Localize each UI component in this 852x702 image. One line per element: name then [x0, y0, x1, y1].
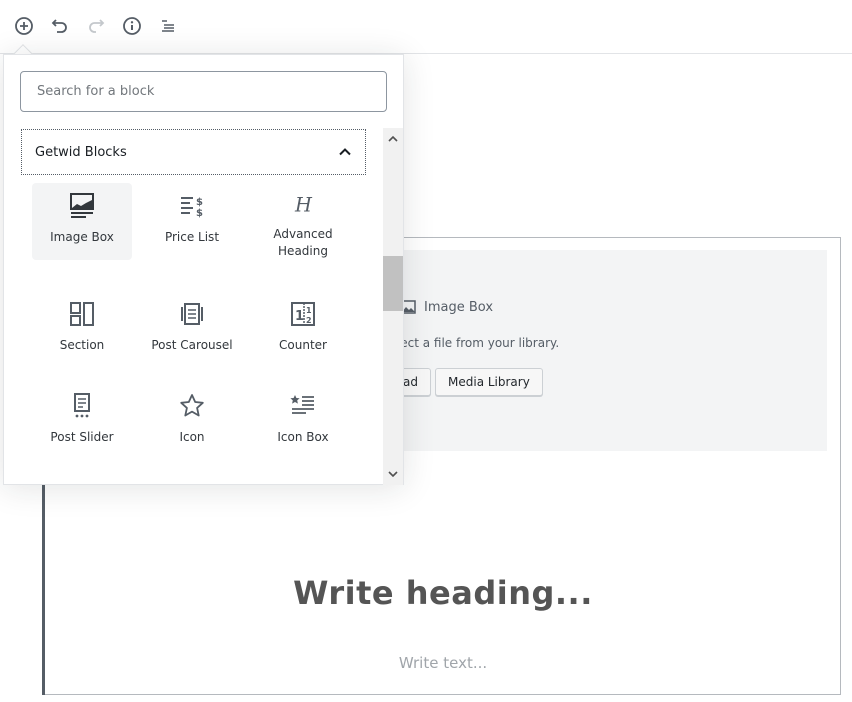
outline-button[interactable]: [155, 13, 181, 39]
chevron-up-icon: [388, 135, 398, 142]
block-label: Counter: [279, 338, 327, 352]
scroll-up-button[interactable]: [383, 130, 403, 148]
block-label: Price List: [164, 230, 220, 244]
block-item-image-box[interactable]: Image Box: [32, 183, 132, 260]
image-box-icon: [70, 193, 94, 218]
media-library-button[interactable]: Media Library: [435, 368, 543, 396]
block-item-counter[interactable]: 1 1 2 Counter: [253, 291, 353, 368]
text-placeholder[interactable]: Write text...: [45, 654, 841, 672]
block-label: Post Carousel: [151, 338, 233, 352]
list-icon: [162, 20, 174, 32]
post-slider-icon: [74, 393, 90, 418]
svg-text:$: $: [196, 197, 203, 208]
block-search-input[interactable]: [20, 71, 387, 112]
block-label: Section: [59, 338, 105, 352]
scrollbar-thumb[interactable]: [383, 256, 403, 311]
redo-button[interactable]: [83, 13, 109, 39]
add-block-button[interactable]: [11, 13, 37, 39]
svg-text:1: 1: [306, 306, 312, 315]
panel-title: Getwid Blocks: [35, 144, 127, 160]
plus-circle-icon: [15, 17, 33, 35]
redo-icon: [89, 19, 105, 33]
info-button[interactable]: [119, 13, 145, 39]
undo-button[interactable]: [47, 13, 73, 39]
section-icon: [70, 302, 94, 326]
block-item-icon[interactable]: Icon: [142, 383, 242, 460]
inserter-scrollbar[interactable]: [383, 128, 403, 485]
star-icon: [180, 394, 204, 417]
block-item-post-slider[interactable]: Post Slider: [32, 383, 132, 460]
chevron-down-icon: [388, 471, 398, 478]
block-item-advanced-heading[interactable]: H Advanced Heading: [253, 183, 353, 260]
icon-box-icon: [290, 395, 314, 414]
placeholder-label: Image Box: [400, 299, 493, 315]
undo-icon: [51, 19, 67, 33]
block-item-icon-box[interactable]: Icon Box: [253, 383, 353, 460]
svg-text:$: $: [196, 208, 203, 219]
price-list-icon: $ $: [181, 197, 203, 219]
block-label: Advanced Heading: [273, 227, 333, 258]
block-label: Image Box: [50, 230, 114, 244]
svg-text:1: 1: [295, 309, 304, 324]
svg-text:2: 2: [306, 316, 312, 325]
block-label: Icon: [179, 430, 205, 444]
block-item-post-carousel[interactable]: Post Carousel: [142, 291, 242, 368]
block-item-price-list[interactable]: $ $ Price List: [142, 183, 242, 260]
info-icon: [123, 17, 141, 35]
advanced-heading-icon: H: [294, 194, 313, 216]
scroll-down-button[interactable]: [383, 465, 403, 483]
chevron-up-icon: [339, 148, 351, 156]
getwid-blocks-panel-toggle[interactable]: Getwid Blocks: [21, 129, 366, 175]
post-carousel-icon: [181, 303, 203, 325]
counter-icon: 1 1 2: [291, 302, 315, 326]
placeholder-label-text: Image Box: [424, 299, 494, 315]
block-inserter-popover: Getwid Blocks Image Box $ $ Price List: [3, 54, 404, 485]
heading-placeholder[interactable]: Write heading...: [45, 574, 841, 612]
editor-toolbar: [0, 0, 852, 54]
block-label: Post Slider: [50, 430, 114, 444]
svg-text:H: H: [294, 194, 313, 216]
block-label: Icon Box: [277, 430, 329, 444]
block-item-section[interactable]: Section: [32, 291, 132, 368]
